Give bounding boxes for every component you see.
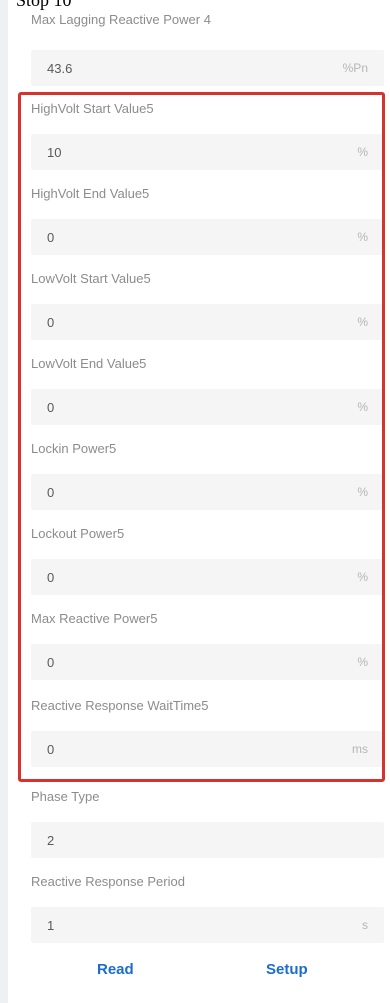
field-value: 0: [47, 741, 55, 757]
field-input-max-lagging-reactive-power-4[interactable]: 43.6 %Pn: [31, 50, 384, 86]
field-value: 0: [47, 229, 55, 245]
field-value: 2: [47, 832, 55, 848]
read-button[interactable]: Read: [97, 960, 134, 980]
field-value: 0: [47, 399, 55, 415]
setup-button[interactable]: Setup: [266, 960, 308, 980]
field-input-lockout-power5[interactable]: 0 %: [31, 559, 384, 595]
field-value: 0: [47, 314, 55, 330]
field-value: 10: [47, 144, 62, 160]
field-value: 0: [47, 569, 55, 585]
field-input-max-reactive-power5[interactable]: 0 %: [31, 644, 384, 680]
field-label-lowvolt-start-value5: LowVolt Start Value5: [31, 271, 151, 286]
settings-form-panel: Max Lagging Reactive Power 4 43.6 %Pn Hi…: [8, 0, 390, 1003]
field-value: 0: [47, 654, 55, 670]
field-input-reactive-response-waittime5[interactable]: 0 ms: [31, 731, 384, 767]
field-input-lockin-power5[interactable]: 0 %: [31, 474, 384, 510]
field-label-highvolt-end-value5: HighVolt End Value5: [31, 186, 150, 201]
field-input-phase-type[interactable]: 2: [31, 822, 384, 858]
field-label-reactive-response-period: Reactive Response Period: [31, 874, 185, 889]
field-unit: %Pn: [342, 61, 368, 75]
field-unit: %: [357, 145, 368, 159]
field-unit: ms: [352, 742, 368, 756]
field-label-highvolt-start-value5: HighVolt Start Value5: [31, 101, 154, 116]
field-unit: %: [357, 485, 368, 499]
field-input-reactive-response-period[interactable]: 1 s: [31, 907, 384, 943]
field-label-lockout-power5: Lockout Power5: [31, 526, 125, 541]
field-unit: %: [357, 655, 368, 669]
field-label-max-lagging-reactive-power-4: Max Lagging Reactive Power 4: [31, 12, 211, 27]
field-input-highvolt-start-value5[interactable]: 10 %: [31, 134, 384, 170]
field-input-lowvolt-start-value5[interactable]: 0 %: [31, 304, 384, 340]
field-label-lowvolt-end-value5: LowVolt End Value5: [31, 356, 147, 371]
field-unit: %: [357, 230, 368, 244]
left-edge-strip: [0, 0, 8, 1003]
field-unit: s: [362, 918, 368, 932]
field-unit: %: [357, 570, 368, 584]
field-unit: %: [357, 315, 368, 329]
field-unit: %: [357, 400, 368, 414]
field-label-reactive-response-waittime5: Reactive Response WaitTime5: [31, 698, 209, 713]
field-value: 1: [47, 917, 55, 933]
field-label-max-reactive-power5: Max Reactive Power5: [31, 611, 158, 626]
field-label-phase-type: Phase Type: [31, 789, 100, 804]
field-value: 43.6: [47, 60, 73, 76]
field-input-highvolt-end-value5[interactable]: 0 %: [31, 219, 384, 255]
field-value: 0: [47, 484, 55, 500]
field-input-lowvolt-end-value5[interactable]: 0 %: [31, 389, 384, 425]
field-label-lockin-power5: Lockin Power5: [31, 441, 117, 456]
